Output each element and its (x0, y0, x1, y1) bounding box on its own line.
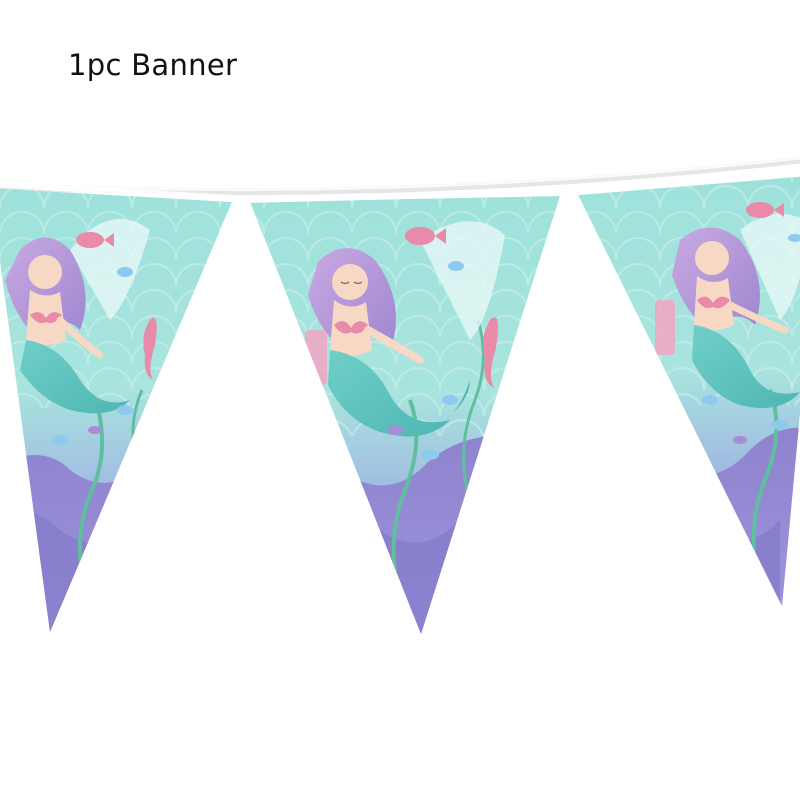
product-image-canvas: 1pc Banner (0, 0, 800, 800)
pennant-left (0, 188, 232, 632)
pennant-center (250, 196, 560, 634)
pennant-right (578, 175, 800, 606)
banner-illustration (0, 156, 800, 634)
